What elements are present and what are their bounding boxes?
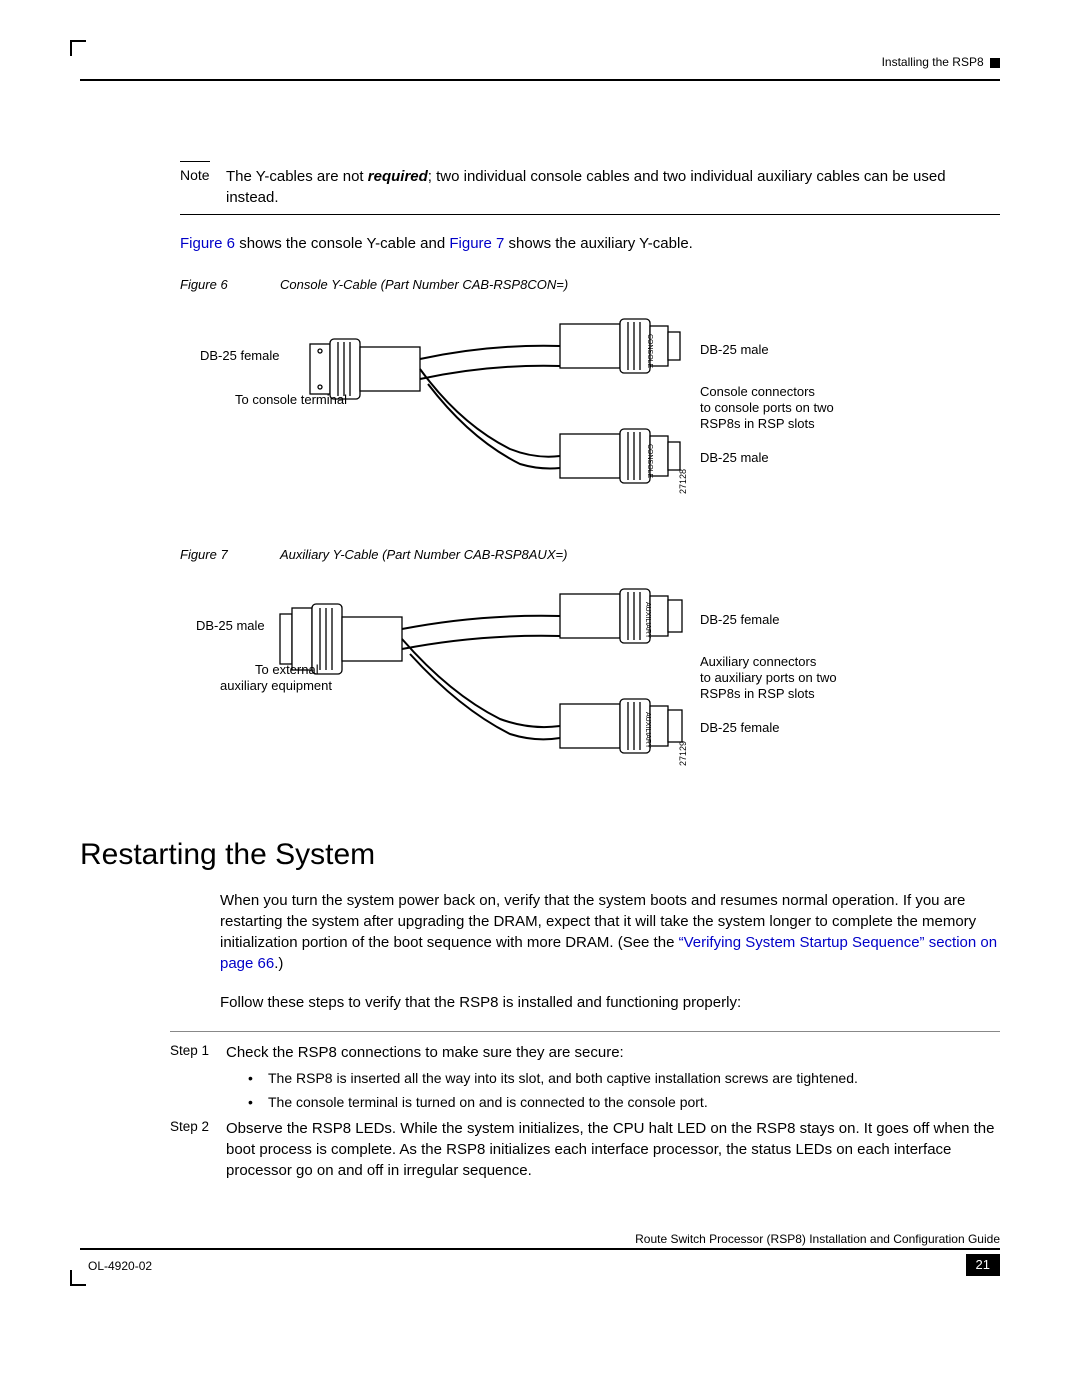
fig6-left-sub: To console terminal	[235, 392, 347, 407]
figure7-diagram: DB-25 male To external auxiliary equipme…	[180, 574, 900, 794]
note-text: The Y-cables are not required; two indiv…	[226, 166, 1000, 208]
fig7-top-conn: DB-25 female	[700, 612, 779, 627]
figure6-link[interactable]: Figure 6	[180, 235, 235, 252]
fig7-port-bot: AUXILIARY	[644, 712, 651, 749]
step1-label: Step 1	[170, 1042, 226, 1063]
fig6-port-bot: CONSOLE	[646, 444, 653, 479]
intro-para: Figure 6 shows the console Y-cable and F…	[180, 233, 1000, 254]
fig7-bot-conn: DB-25 female	[700, 720, 779, 735]
bullet-icon: •	[248, 1069, 268, 1089]
step1: Step 1 Check the RSP8 connections to mak…	[170, 1042, 1000, 1063]
note-required: required	[368, 168, 428, 185]
step1-text: Check the RSP8 connections to make sure …	[226, 1042, 1000, 1063]
fig6-left-conn: DB-25 female	[200, 348, 279, 363]
bullet-icon: •	[248, 1093, 268, 1113]
figure6-caption: Figure 6 Console Y-Cable (Part Number CA…	[180, 276, 1000, 294]
running-header: Installing the RSP8	[80, 40, 1000, 71]
steps-rule	[170, 1031, 1000, 1032]
header-rule	[80, 79, 1000, 81]
note-label: Note	[180, 166, 226, 186]
figure7-link[interactable]: Figure 7	[449, 235, 504, 252]
note-rule-top	[180, 161, 210, 162]
fig6-top-conn: DB-25 male	[700, 342, 769, 357]
header-text: Installing the RSP8	[882, 55, 984, 69]
fig7-left-sub2: auxiliary equipment	[220, 678, 332, 693]
fig7-left-sub1: To external	[255, 662, 319, 677]
fig7-drawing-no: 27129	[678, 741, 688, 766]
note-rule-bottom	[180, 214, 1000, 215]
fig7-mid1: Auxiliary connectors	[700, 654, 817, 669]
fig7-mid2: to auxiliary ports on two	[700, 670, 837, 685]
fig7-mid3: RSP8s in RSP slots	[700, 686, 815, 701]
footer-doc-no: OL-4920-02	[84, 1258, 156, 1275]
figure7-caption: Figure 7 Auxiliary Y-Cable (Part Number …	[180, 546, 1000, 564]
fig6-mid2: to console ports on two	[700, 400, 834, 415]
fig6-drawing-no: 27128	[678, 469, 688, 494]
header-marker	[990, 58, 1000, 68]
fig6-bot-conn: DB-25 male	[700, 450, 769, 465]
fig7-port-top: AUXILIARY	[644, 602, 651, 639]
footer-page-number: 21	[966, 1254, 1000, 1276]
note-block: Note The Y-cables are not required; two …	[180, 161, 1000, 215]
step2-text: Observe the RSP8 LEDs. While the system …	[226, 1118, 1000, 1181]
step2: Step 2 Observe the RSP8 LEDs. While the …	[170, 1118, 1000, 1181]
step2-label: Step 2	[170, 1118, 226, 1181]
step1-bullet1: • The RSP8 is inserted all the way into …	[248, 1069, 1000, 1089]
section-heading: Restarting the System	[80, 834, 1000, 876]
fig6-mid1: Console connectors	[700, 384, 815, 399]
footer-guide: Route Switch Processor (RSP8) Installati…	[80, 1231, 1000, 1248]
restart-para1: When you turn the system power back on, …	[220, 890, 1000, 974]
crop-mark-tl	[70, 40, 86, 56]
footer-rule	[80, 1248, 1000, 1250]
fig6-mid3: RSP8s in RSP slots	[700, 416, 815, 431]
step1-bullet2: • The console terminal is turned on and …	[248, 1093, 1000, 1113]
figure6-diagram: DB-25 female To console terminal CONSOLE…	[180, 304, 900, 524]
fig7-left-conn: DB-25 male	[196, 618, 265, 633]
fig6-port-top: CONSOLE	[646, 334, 653, 369]
restart-para2: Follow these steps to verify that the RS…	[220, 992, 1000, 1013]
